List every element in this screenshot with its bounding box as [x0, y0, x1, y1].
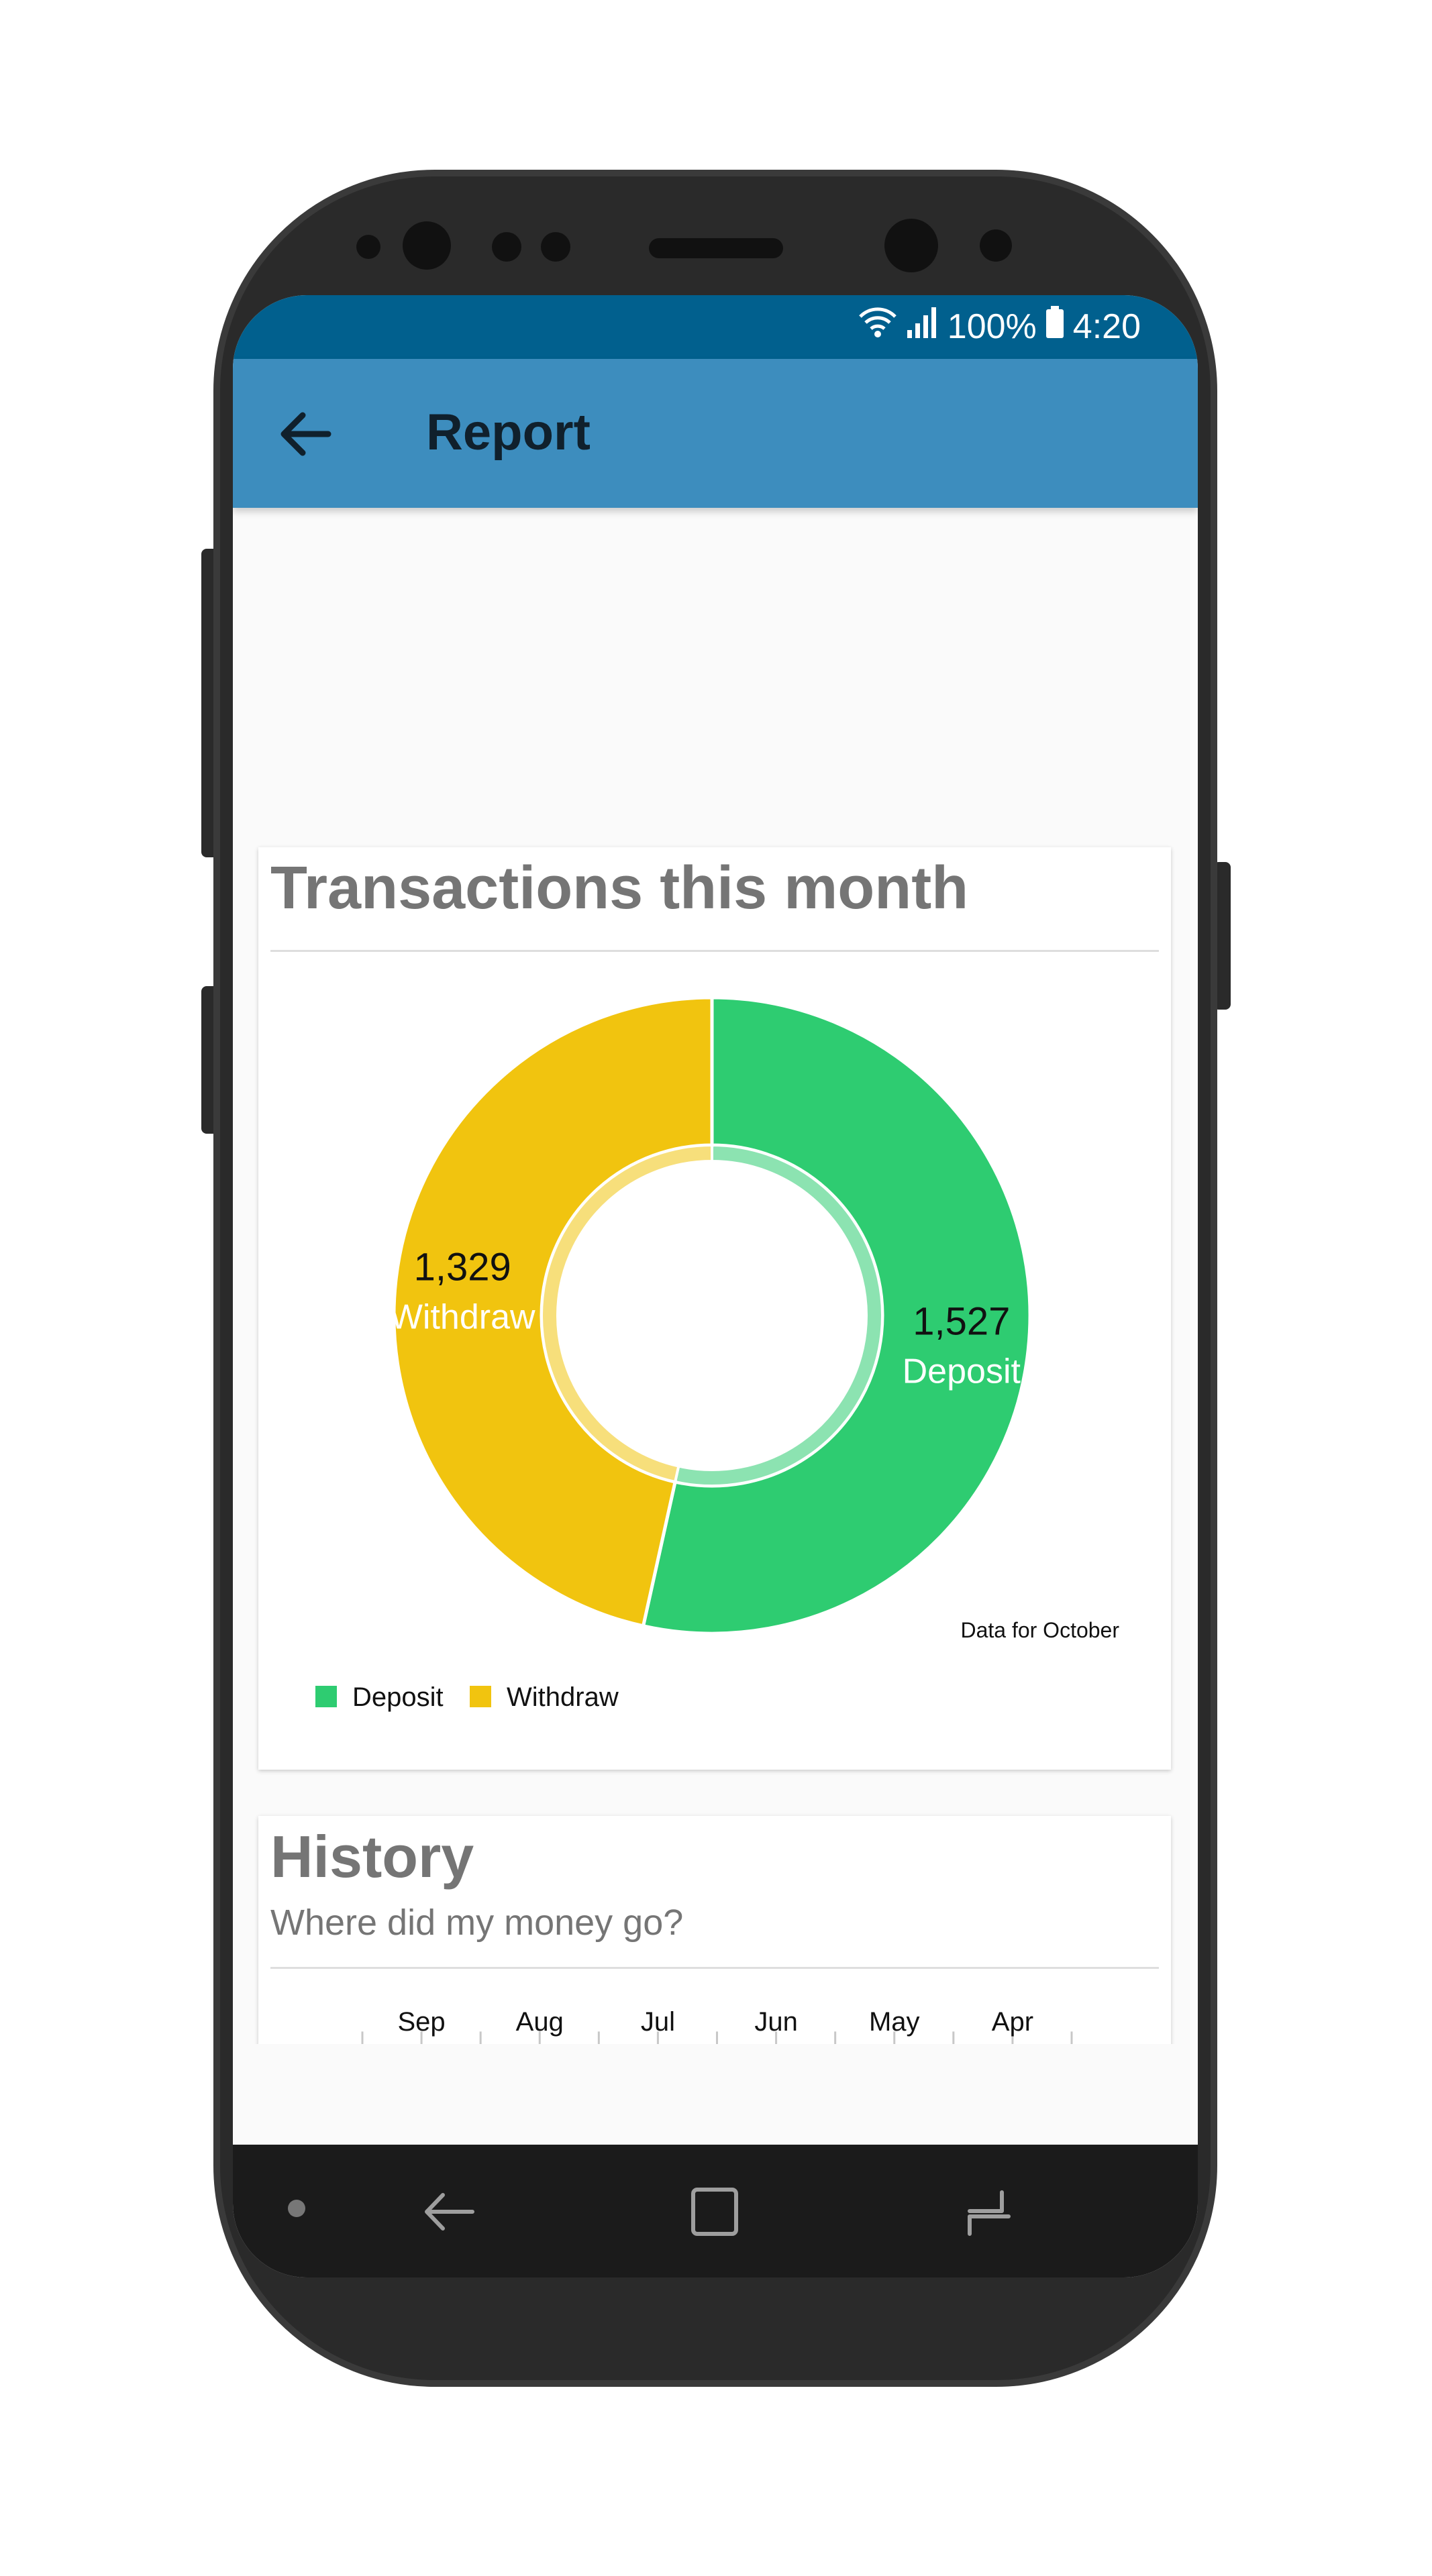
app-bar: Report: [233, 359, 1198, 508]
legend-label-withdraw: Withdraw: [507, 1682, 619, 1712]
page-title: Report: [426, 404, 591, 461]
nav-home-icon[interactable]: [685, 2182, 746, 2245]
chart-note: Data for October: [960, 1618, 1119, 1642]
legend-swatch-deposit: [315, 1686, 337, 1707]
donut-category-label: Deposit: [903, 1352, 1021, 1391]
report-content[interactable]: Transactions this month Data for October…: [233, 508, 1198, 2044]
clock: 4:20: [1072, 307, 1141, 346]
x-tick-label: Jul: [641, 2007, 675, 2037]
status-bar: 100% 4:20: [233, 295, 1198, 359]
nav-indicator-dot: [288, 2200, 305, 2217]
bar-chart: 404060608080100100Sep81Aug100Jul94Jun87M…: [361, 2007, 1073, 2044]
x-tick-label: Jun: [754, 2007, 798, 2037]
front-camera: [403, 221, 451, 270]
sensor-dot: [492, 232, 521, 262]
earpiece-speaker: [649, 238, 783, 258]
donut-chart: Data for October 1,527 Deposit 1,329 Withdr…: [315, 996, 1119, 1712]
donut-category-label: Withdraw: [390, 1297, 535, 1336]
transactions-card: Transactions this month Data for October…: [258, 847, 1171, 1770]
signal-icon: [906, 305, 939, 348]
phone-screen: 100% 4:20 Report Transactions this month: [233, 295, 1198, 2277]
x-tick-label: Apr: [992, 2007, 1033, 2037]
history-card: History Where did my money go? 404060608…: [258, 1816, 1171, 2044]
x-tick-label: Aug: [516, 2007, 564, 2037]
back-arrow-icon[interactable]: [274, 407, 335, 461]
legend-swatch-withdraw: [470, 1686, 491, 1707]
battery-icon: [1045, 305, 1065, 348]
iris-camera: [884, 219, 938, 272]
nav-recents-icon[interactable]: [958, 2182, 1018, 2245]
nav-back-icon[interactable]: [417, 2182, 478, 2245]
battery-percent: 100%: [947, 307, 1037, 346]
wifi-icon: [858, 305, 898, 348]
status-icons: 100% 4:20: [858, 305, 1141, 348]
sensor-dot: [980, 229, 1012, 262]
sensor-dot: [541, 232, 570, 262]
navigation-bar: [233, 2145, 1198, 2277]
x-tick-label: Sep: [397, 2007, 445, 2037]
legend-label-deposit: Deposit: [352, 1682, 444, 1712]
sensor-dot: [356, 235, 380, 259]
x-tick-label: May: [869, 2007, 920, 2037]
donut-value-label: 1,329: [414, 1245, 511, 1289]
donut-value-label: 1,527: [913, 1300, 1010, 1344]
